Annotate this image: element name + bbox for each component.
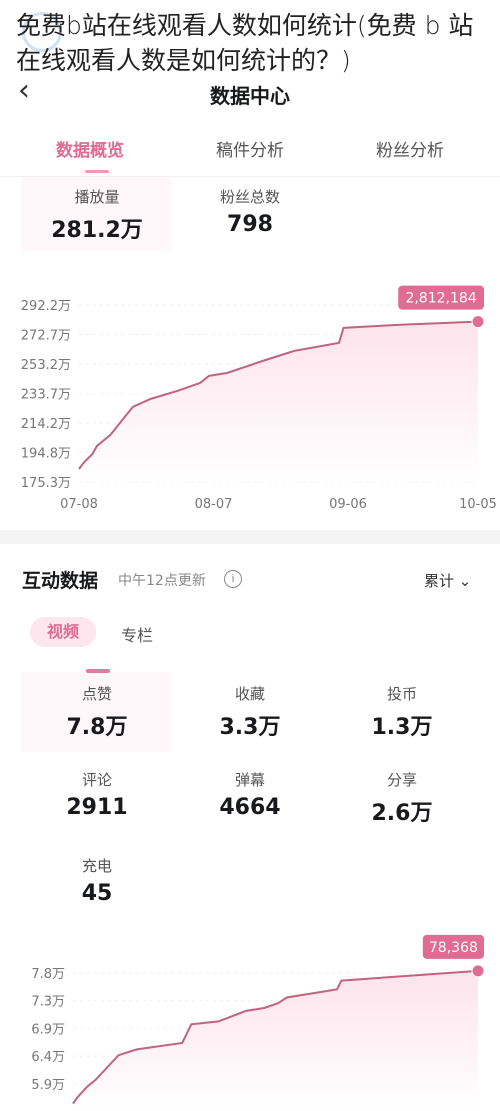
section-title: 互动数据: [22, 570, 99, 592]
y-tick-label: 7.8万: [31, 967, 65, 982]
y-tick-label: 292.2万: [21, 299, 71, 314]
y-tick-label: 214.2万: [21, 417, 71, 432]
page-title: 免费b站在线观看人数如何统计(免费 b 站在线观看人数是如何统计的？): [16, 11, 474, 75]
range-select-label: 累计: [424, 572, 455, 590]
last-point: [471, 964, 485, 978]
x-tick-label: 07-08: [60, 497, 98, 512]
metric-value: 45: [81, 881, 113, 906]
plays-chart: 292.2万 272.7万 253.2万 233.7万 214.2万 194.8万 175.…: [21, 285, 497, 512]
y-tick-label: 253.2万: [21, 358, 71, 373]
area-fill: [79, 321, 478, 482]
tab-overview[interactable]: 数据概览: [15, 136, 165, 161]
stat-value: 798: [227, 212, 273, 237]
subtab-column[interactable]: 专栏: [121, 622, 153, 646]
metric-value: 7.8万: [66, 715, 128, 740]
metric-label: 点赞: [81, 685, 112, 703]
y-tick-label: 6.4万: [31, 1050, 65, 1065]
y-tick-label: 272.7万: [21, 329, 71, 344]
metric-value: 4664: [219, 795, 281, 820]
metric-label: 收藏: [234, 685, 265, 703]
value-tooltip-label: 78,368: [429, 940, 478, 956]
stat-label: 播放量: [74, 188, 120, 206]
value-tooltip-label: 2,812,184: [405, 291, 476, 307]
likes-chart: 7.8万 7.3万 6.9万 6.4万 5.9万 78,368: [31, 934, 485, 1110]
metric-indicator: [86, 669, 110, 673]
metric-value: 2.6万: [371, 801, 433, 826]
tab-fans[interactable]: 粉丝分析: [335, 136, 485, 161]
x-tick-label: 08-07: [195, 497, 233, 512]
stat-value: 281.2万: [51, 218, 143, 243]
y-tick-label: 5.9万: [31, 1078, 65, 1093]
section-subtitle: 中午12点更新: [118, 573, 206, 589]
y-tick-label: 175.3万: [21, 476, 71, 491]
x-tick-label: 10-05: [459, 497, 497, 512]
metric-label: 充电: [81, 857, 112, 875]
section-gap: [0, 530, 500, 544]
metric-label: 投币: [386, 685, 417, 703]
y-tick-label: 194.8万: [21, 446, 71, 461]
x-tick-label: 09-06: [329, 497, 367, 512]
y-tick-label: 7.3万: [31, 995, 65, 1010]
y-tick-label: 233.7万: [21, 388, 71, 403]
y-tick-label: 6.9万: [31, 1022, 65, 1037]
last-point: [471, 315, 485, 329]
metric-value: 3.3万: [219, 715, 281, 740]
tab-manuscript[interactable]: 稿件分析: [175, 136, 325, 161]
metric-label: 评论: [81, 771, 112, 789]
metric-label: 弹幕: [234, 771, 265, 789]
tab-indicator: [85, 170, 109, 173]
chevron-down-icon: ⌄: [458, 572, 472, 590]
metric-value: 1.3万: [371, 715, 433, 740]
area-fill: [73, 970, 478, 1110]
metric-label: 分享: [386, 771, 417, 789]
info-circle-icon[interactable]: i: [224, 570, 242, 588]
nav-title: 数据中心: [210, 84, 290, 108]
metric-value: 2911: [66, 795, 128, 820]
range-select[interactable]: 累计 ⌄: [424, 570, 471, 591]
subtab-video[interactable]: 视频: [30, 617, 96, 647]
stat-label: 粉丝总数: [219, 188, 280, 206]
